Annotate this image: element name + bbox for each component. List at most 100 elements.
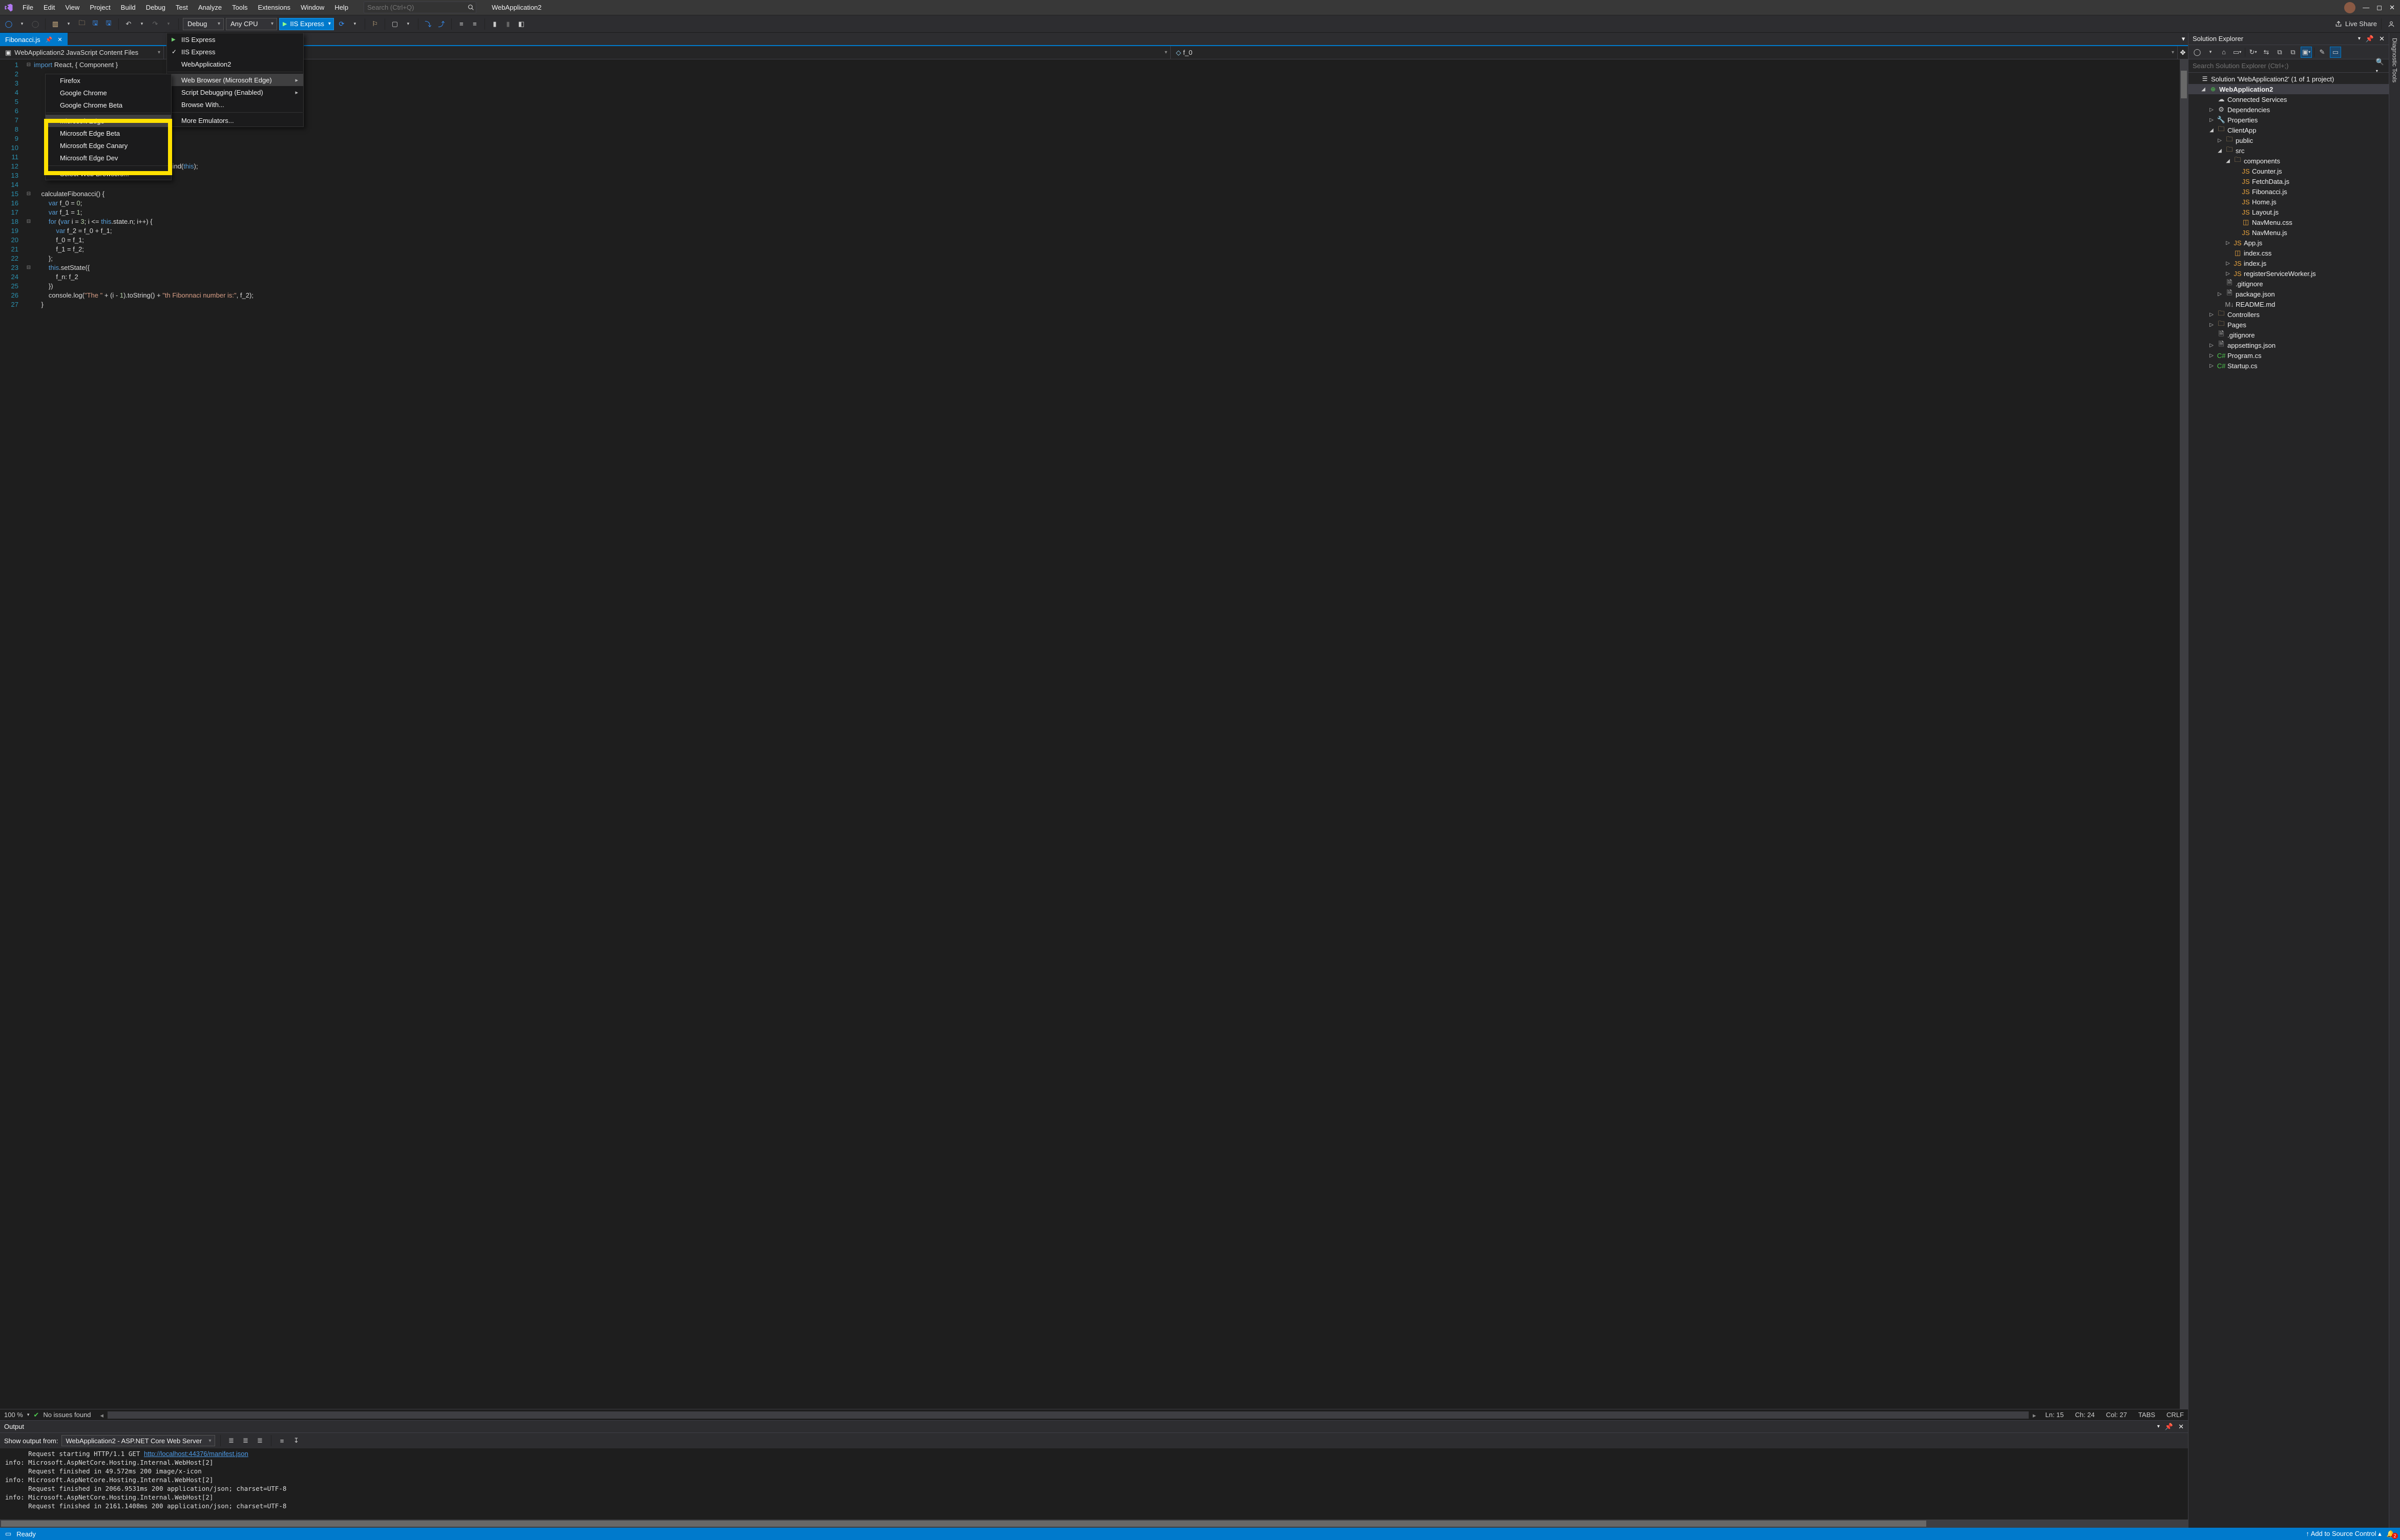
tree-node[interactable]: JSLayout.js: [2188, 207, 2389, 217]
menu-item[interactable]: Script Debugging (Enabled): [167, 86, 303, 98]
browser-link-icon[interactable]: ⚐: [369, 18, 381, 30]
web-browser-submenu[interactable]: FirefoxGoogle ChromeGoogle Chrome BetaMi…: [45, 74, 172, 180]
solutions-views-dd[interactable]: ▭▾: [2231, 47, 2243, 58]
close-tab-icon[interactable]: ✕: [57, 36, 62, 43]
layout-icon[interactable]: ▭: [5, 1530, 11, 1538]
bookmark-icon[interactable]: ◧: [516, 18, 527, 30]
menu-analyze[interactable]: Analyze: [193, 1, 227, 14]
menu-file[interactable]: File: [17, 1, 38, 14]
member-dropdown[interactable]: ◇f_0: [1171, 46, 2178, 59]
tab-fibonacci[interactable]: Fibonacci.js 📌 ✕: [0, 33, 68, 46]
editor-hscrollbar[interactable]: ◂ ▸: [108, 1411, 2029, 1419]
tree-node[interactable]: ☁Connected Services: [2188, 94, 2389, 104]
menu-item[interactable]: Firefox: [46, 74, 171, 87]
solution-root[interactable]: ☰ Solution 'WebApplication2' (1 of 1 pro…: [2188, 74, 2389, 84]
editor-split-grip[interactable]: [2180, 59, 2188, 66]
undo-dd[interactable]: ▾: [136, 18, 148, 30]
auto-scroll-icon[interactable]: ↧: [291, 1434, 302, 1447]
search-input[interactable]: [364, 4, 466, 11]
menu-edit[interactable]: Edit: [38, 1, 60, 14]
config-dropdown[interactable]: Debug: [183, 18, 224, 30]
tree-node[interactable]: ▷JSregisterServiceWorker.js: [2188, 268, 2389, 279]
clear-all-icon[interactable]: ≣: [255, 1434, 266, 1447]
menu-item[interactable]: WebApplication2: [167, 58, 303, 70]
menu-build[interactable]: Build: [116, 1, 141, 14]
live-share-button[interactable]: Live Share: [2335, 20, 2377, 28]
tree-node[interactable]: JSFibonacci.js: [2188, 186, 2389, 197]
properties-icon[interactable]: ✎: [2317, 47, 2328, 58]
notifications-button[interactable]: 🔔 2: [2387, 1530, 2395, 1538]
tree-node[interactable]: M↓README.md: [2188, 299, 2389, 309]
tree-node[interactable]: ◫NavMenu.css: [2188, 217, 2389, 227]
save-icon[interactable]: 🖫: [90, 18, 101, 30]
minimize-button[interactable]: —: [2363, 4, 2369, 11]
code-editor[interactable]: 1234567891011121314151617181920212223242…: [0, 59, 2188, 1409]
avatar[interactable]: [2344, 2, 2355, 13]
uncomment-icon[interactable]: ▮: [502, 18, 514, 30]
tree-node[interactable]: ◢🗀components: [2188, 156, 2389, 166]
menu-item[interactable]: Microsoft Edge Beta: [46, 127, 171, 139]
panel-dd-icon[interactable]: ▾: [2157, 1424, 2160, 1429]
output-text[interactable]: Request starting HTTP/1.1 GET http://loc…: [0, 1448, 2188, 1520]
tree-node[interactable]: 🗎.gitignore: [2188, 279, 2389, 289]
scope-dropdown[interactable]: ▣WebApplication2 JavaScript Content File…: [0, 46, 164, 59]
tree-node[interactable]: ◢🗀ClientApp: [2188, 125, 2389, 135]
menu-view[interactable]: View: [60, 1, 85, 14]
platform-dropdown[interactable]: Any CPU: [226, 18, 277, 30]
tree-node[interactable]: 🗎.gitignore: [2188, 330, 2389, 340]
tree-node[interactable]: ◫index.css: [2188, 248, 2389, 258]
comment-icon[interactable]: ▮: [489, 18, 500, 30]
type-dropdown[interactable]: [164, 46, 1171, 59]
panel-dd-icon[interactable]: ▾: [2358, 36, 2361, 41]
save-all-icon[interactable]: 🖫: [103, 18, 114, 30]
menu-item[interactable]: Microsoft Edge Dev: [46, 152, 171, 164]
menu-item[interactable]: Google Chrome Beta: [46, 99, 171, 111]
sync-icon[interactable]: ⇆: [2261, 47, 2272, 58]
nav-back-icon[interactable]: ◯: [3, 18, 14, 30]
menu-item[interactable]: Select Web Browsers...: [46, 167, 171, 180]
project-node[interactable]: ◢ ⊕ WebApplication2: [2188, 84, 2389, 94]
pin-icon[interactable]: 📌: [46, 36, 53, 43]
zoom-dd-icon[interactable]: ▾: [27, 1412, 30, 1418]
panel-close-icon[interactable]: ✕: [2379, 35, 2385, 43]
menu-help[interactable]: Help: [329, 1, 353, 14]
undo-icon[interactable]: ↶: [123, 18, 134, 30]
menu-item[interactable]: Microsoft Edge Canary: [46, 139, 171, 152]
outdent-icon[interactable]: ≡: [456, 18, 467, 30]
panel-close-icon[interactable]: ✕: [2178, 1423, 2184, 1431]
tree-node[interactable]: JSNavMenu.js: [2188, 227, 2389, 238]
menu-test[interactable]: Test: [171, 1, 193, 14]
show-all-icon[interactable]: ⧉: [2287, 47, 2299, 58]
tree-node[interactable]: ◢🗀src: [2188, 145, 2389, 156]
menu-item[interactable]: Microsoft Edge: [46, 115, 171, 127]
redo-dd[interactable]: ▾: [163, 18, 174, 30]
run-target-menu[interactable]: IIS ExpressIIS ExpressWebApplication2Web…: [166, 33, 304, 127]
output-from-dropdown[interactable]: WebApplication2 - ASP.NET Core Web Serve…: [61, 1435, 215, 1446]
tree-node[interactable]: JSFetchData.js: [2188, 176, 2389, 186]
menu-item[interactable]: Browse With...: [167, 98, 303, 111]
menu-item[interactable]: Web Browser (Microsoft Edge): [167, 74, 303, 86]
split-icon[interactable]: ✥: [2178, 46, 2188, 59]
panel-pin-icon[interactable]: 📌: [2366, 35, 2374, 43]
home-icon[interactable]: ⌂: [2218, 47, 2229, 58]
goto-prev-icon[interactable]: ≣: [226, 1434, 237, 1447]
redo-icon[interactable]: ↷: [150, 18, 161, 30]
solution-search-input[interactable]: [2192, 61, 2376, 70]
tree-node[interactable]: ▷🗀Controllers: [2188, 309, 2389, 320]
output-hscrollbar[interactable]: [0, 1520, 2188, 1528]
fwd-icon[interactable]: ▾: [2205, 47, 2216, 58]
editor-vscrollbar[interactable]: [2180, 59, 2188, 1409]
solution-tree[interactable]: ☰ Solution 'WebApplication2' (1 of 1 pro…: [2188, 73, 2389, 1528]
diagnostic-tools-tab[interactable]: Diagnostic Tools: [2389, 33, 2400, 1528]
menu-item[interactable]: More Emulators...: [167, 114, 303, 126]
pending-changes-icon[interactable]: ↻▾: [2247, 47, 2259, 58]
goto-next-icon[interactable]: ≣: [240, 1434, 251, 1447]
refresh-dd[interactable]: ▾: [349, 18, 361, 30]
nav-back-dd[interactable]: ▾: [16, 18, 28, 30]
tree-node[interactable]: ▷🗎appsettings.json: [2188, 340, 2389, 350]
new-item-dd[interactable]: ▾: [63, 18, 74, 30]
picture-icon[interactable]: ▢: [389, 18, 401, 30]
run-button[interactable]: ▶IIS Express: [279, 18, 334, 30]
tree-node[interactable]: ▷⚙Dependencies: [2188, 104, 2389, 115]
refresh-icon[interactable]: ⟳: [336, 18, 347, 30]
